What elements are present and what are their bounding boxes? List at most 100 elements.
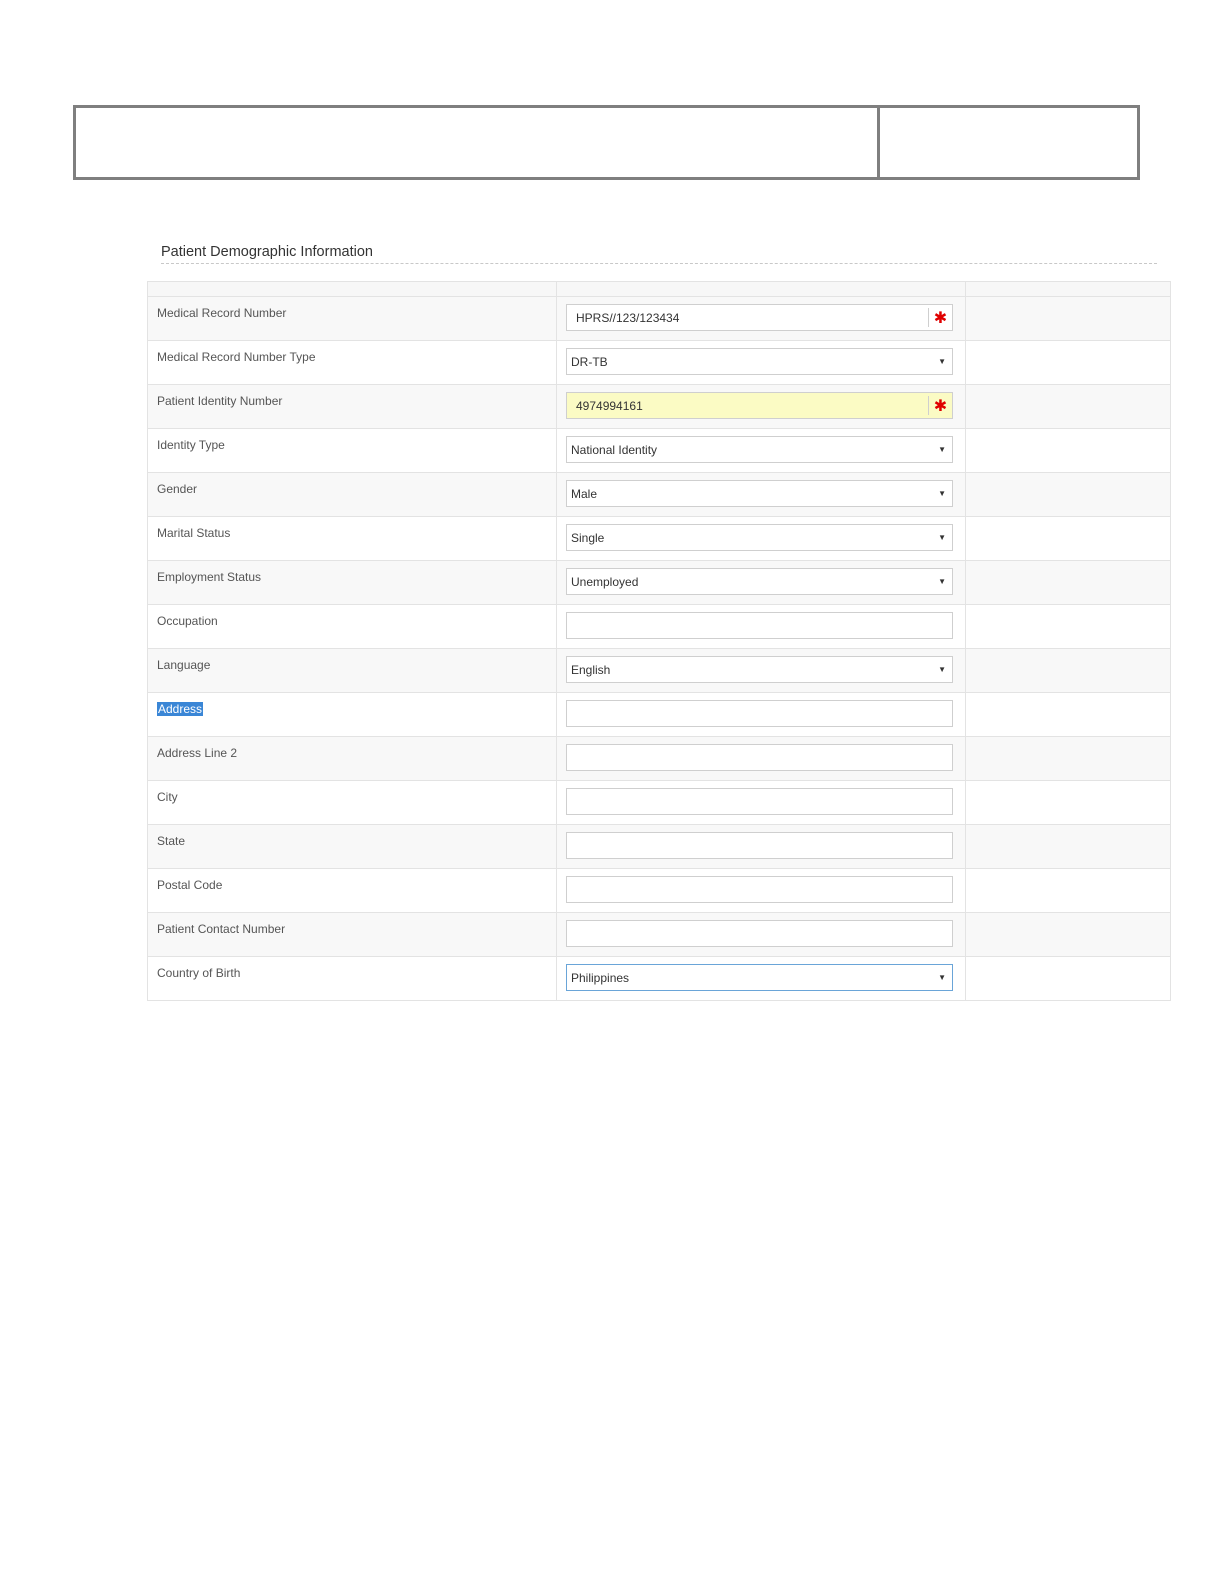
header-cell [147,281,557,297]
country-of-birth-label: Country of Birth [157,966,241,980]
header-cell [965,281,1171,297]
medical-record-number-type-select[interactable]: DR-TB ▼ [566,348,953,375]
city-input[interactable] [566,788,953,815]
caret-down-icon[interactable]: ▼ [938,533,946,542]
asterisk-icon: ✱ [928,396,952,415]
label-cell: Employment Status [147,560,557,605]
input-cell [556,604,966,649]
label-cell: Identity Type [147,428,557,473]
address-line-2-label: Address Line 2 [157,746,238,760]
header-box-right-cell [880,108,1137,177]
extra-cell [965,912,1171,957]
label-cell: Marital Status [147,516,557,561]
label-cell: Address [147,692,557,737]
extra-cell [965,736,1171,781]
employment-status-select[interactable]: Unemployed ▼ [566,568,953,595]
extra-cell [965,780,1171,825]
identity-type-value: National Identity [571,442,658,457]
form-row-medical-record-number-type: Medical Record Number Type DR-TB ▼ [147,340,1171,385]
input-cell: English ▼ [556,648,966,693]
asterisk-icon: ✱ [928,308,952,327]
input-cell: Male ▼ [556,472,966,517]
caret-down-icon[interactable]: ▼ [938,357,946,366]
postal-code-input[interactable] [566,876,953,903]
extra-cell [965,428,1171,473]
country-of-birth-value: Philippines [571,970,630,985]
employment-status-label: Employment Status [157,570,262,584]
label-cell: Patient Identity Number [147,384,557,429]
gender-select[interactable]: Male ▼ [566,480,953,507]
language-value: English [571,662,611,677]
label-cell: Occupation [147,604,557,649]
patient-identity-number-input[interactable]: 4974994161 ✱ [566,392,953,419]
language-label: Language [157,658,211,672]
caret-down-icon[interactable]: ▼ [938,445,946,454]
form-row-patient-contact-number: Patient Contact Number [147,912,1171,957]
occupation-label: Occupation [157,614,218,628]
extra-cell [965,648,1171,693]
address-line-2-input[interactable] [566,744,953,771]
form-row-state: State [147,824,1171,869]
marital-status-label: Marital Status [157,526,231,540]
occupation-input[interactable] [566,612,953,639]
form-row-occupation: Occupation [147,604,1171,649]
label-cell: Medical Record Number Type [147,340,557,385]
input-cell [556,912,966,957]
extra-cell [965,560,1171,605]
city-label: City [157,790,178,804]
label-cell: Medical Record Number [147,296,557,341]
label-cell: Country of Birth [147,956,557,1001]
caret-down-icon[interactable]: ▼ [938,577,946,586]
input-cell: DR-TB ▼ [556,340,966,385]
input-cell [556,692,966,737]
employment-status-value: Unemployed [571,574,639,589]
address-label: Address [157,702,204,716]
header-cell [556,281,966,297]
language-select[interactable]: English ▼ [566,656,953,683]
form-row-country-of-birth: Country of Birth Philippines ▼ [147,956,1171,1001]
extra-cell [965,340,1171,385]
input-cell: 4974994161 ✱ [556,384,966,429]
patient-identity-number-label: Patient Identity Number [157,394,283,408]
input-cell [556,736,966,781]
identity-type-select[interactable]: National Identity ▼ [566,436,953,463]
medical-record-number-type-value: DR-TB [571,354,608,369]
extra-cell [965,472,1171,517]
input-cell [556,824,966,869]
input-cell [556,780,966,825]
marital-status-value: Single [571,530,605,545]
form-row-medical-record-number: Medical Record Number HPRS//123/123434 ✱ [147,296,1171,341]
gender-value: Male [571,486,598,501]
form-row-city: City [147,780,1171,825]
medical-record-number-input[interactable]: HPRS//123/123434 ✱ [566,304,953,331]
extra-cell [965,956,1171,1001]
gender-label: Gender [157,482,198,496]
extra-cell [965,692,1171,737]
form-row-address-line-2: Address Line 2 [147,736,1171,781]
label-cell: Gender [147,472,557,517]
input-cell: National Identity ▼ [556,428,966,473]
form-row-patient-identity-number: Patient Identity Number 4974994161 ✱ [147,384,1171,429]
form-row-employment-status: Employment Status Unemployed ▼ [147,560,1171,605]
extra-cell [965,824,1171,869]
form-row-gender: Gender Male ▼ [147,472,1171,517]
form-row-identity-type: Identity Type National Identity ▼ [147,428,1171,473]
caret-down-icon[interactable]: ▼ [938,489,946,498]
caret-down-icon[interactable]: ▼ [938,665,946,674]
label-cell: Patient Contact Number [147,912,557,957]
caret-down-icon[interactable]: ▼ [938,973,946,982]
postal-code-label: Postal Code [157,878,223,892]
address-input[interactable] [566,700,953,727]
state-input[interactable] [566,832,953,859]
marital-status-select[interactable]: Single ▼ [566,524,953,551]
patient-contact-number-input[interactable] [566,920,953,947]
form-row-marital-status: Marital Status Single ▼ [147,516,1171,561]
form-row-language: Language English ▼ [147,648,1171,693]
identity-type-label: Identity Type [157,438,225,452]
country-of-birth-select[interactable]: Philippines ▼ [566,964,953,991]
label-cell: Language [147,648,557,693]
medical-record-number-value: HPRS//123/123434 [576,310,680,325]
label-cell: Postal Code [147,868,557,913]
header-box-left-cell [76,108,880,177]
input-cell: Philippines ▼ [556,956,966,1001]
